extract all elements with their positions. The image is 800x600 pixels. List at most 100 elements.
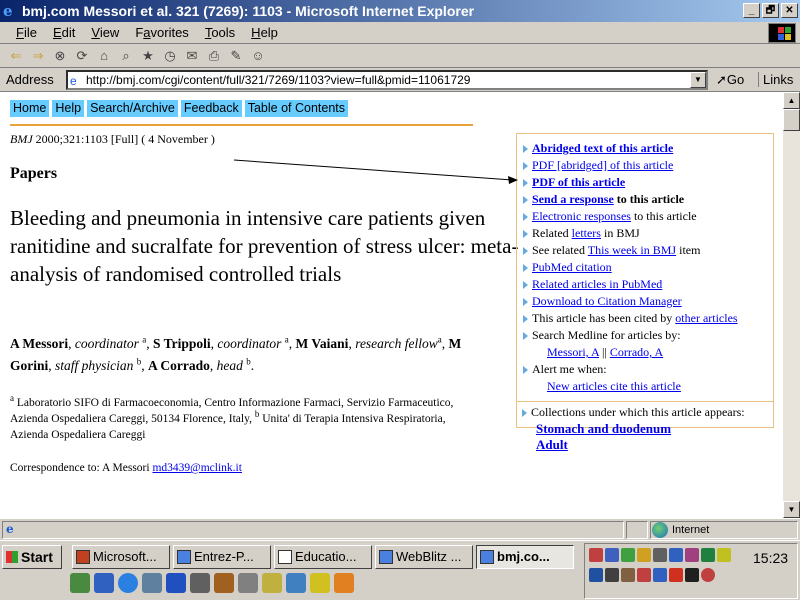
nav-help[interactable]: Help — [52, 100, 85, 117]
search-icon[interactable]: ⌕ — [118, 48, 134, 64]
start-button[interactable]: Start — [2, 545, 62, 569]
home-icon[interactable]: ⌂ — [96, 48, 112, 64]
go-label: Go — [726, 72, 745, 87]
refresh-icon[interactable]: ⟳ — [74, 48, 90, 64]
arrow-bullet-icon — [523, 281, 528, 289]
arrow-bullet-icon — [523, 196, 528, 204]
quick-launch-icon[interactable] — [70, 573, 90, 593]
menu-help[interactable]: Help — [243, 25, 286, 40]
electronic-responses-link[interactable]: Electronic responses — [532, 209, 631, 223]
quick-launch-icon[interactable] — [190, 573, 210, 593]
related-pubmed-link[interactable]: Related articles in PubMed — [532, 277, 662, 291]
tray-icon[interactable] — [637, 568, 651, 582]
abridged-text-link[interactable]: Abridged text of this article — [532, 141, 673, 155]
links-button[interactable]: Links — [758, 72, 793, 87]
nav-search-archive[interactable]: Search/Archive — [87, 100, 178, 117]
quick-launch-icon[interactable] — [286, 573, 306, 593]
tray-icon[interactable] — [653, 548, 667, 562]
pdf-link[interactable]: PDF of this article — [532, 175, 625, 189]
taskbar-button-label: Microsoft... — [93, 549, 157, 564]
minimize-button[interactable]: _ — [743, 3, 760, 18]
scroll-up-icon[interactable]: ▲ — [783, 92, 800, 109]
quick-launch-icon[interactable] — [142, 573, 162, 593]
related-letters-link[interactable]: letters — [572, 226, 601, 240]
scroll-thumb[interactable] — [783, 109, 800, 131]
taskbar-button[interactable]: Entrez-P... — [173, 545, 271, 569]
new-citations-alert-link[interactable]: New articles cite this article — [547, 379, 681, 393]
close-button[interactable]: ✕ — [781, 3, 798, 18]
quick-launch-icon[interactable] — [238, 573, 258, 593]
menu-file[interactable]: File — [8, 25, 45, 40]
tray-icon[interactable] — [605, 548, 619, 562]
scroll-down-icon[interactable]: ▼ — [783, 501, 800, 518]
address-input[interactable]: e http://bmj.com/cgi/content/full/321/72… — [66, 70, 708, 90]
menu-edit[interactable]: Edit — [45, 25, 83, 40]
author-affiliation-mark: b — [136, 356, 142, 367]
tray-icon[interactable] — [589, 568, 603, 582]
citation-manager-link[interactable]: Download to Citation Manager — [532, 294, 682, 308]
ie-quick-launch-icon[interactable] — [118, 573, 138, 593]
quick-launch-icon[interactable] — [214, 573, 234, 593]
stop-icon[interactable]: ⊗ — [52, 48, 68, 64]
address-dropdown-icon[interactable]: ▼ — [690, 72, 706, 88]
menu-favorites[interactable]: Favorites — [127, 25, 196, 40]
globe-icon — [652, 522, 668, 538]
author-link-messori[interactable]: Messori, A — [547, 345, 599, 359]
history-icon[interactable]: ◷ — [162, 48, 178, 64]
arrow-bullet-icon — [523, 264, 528, 272]
collection-adult-link[interactable]: Adult — [536, 437, 568, 452]
menu-view[interactable]: View — [83, 25, 127, 40]
send-response-link[interactable]: Send a response — [532, 192, 614, 206]
pdf-abridged-link[interactable]: PDF [abridged] of this article — [532, 158, 673, 172]
quick-launch-icon[interactable] — [262, 573, 282, 593]
taskbar-button[interactable]: Educatio... — [274, 545, 372, 569]
other-articles-link[interactable]: other articles — [675, 311, 737, 325]
print-icon[interactable]: ⎙ — [206, 48, 222, 64]
tray-icon[interactable] — [669, 548, 683, 562]
taskbar-button-label: Educatio... — [295, 549, 357, 564]
back-icon[interactable]: ⇐ — [8, 48, 24, 64]
restore-button[interactable]: 🗗 — [762, 3, 779, 18]
language-icon[interactable] — [605, 568, 619, 582]
collection-item: Adult — [522, 437, 772, 453]
ie-icon — [480, 550, 494, 564]
vertical-scrollbar[interactable]: ▲ ▼ — [783, 92, 800, 518]
quick-launch-icon[interactable] — [310, 573, 330, 593]
list-item: Electronic responses to this article — [523, 208, 771, 225]
quick-launch-icon[interactable] — [334, 573, 354, 593]
favorites-icon[interactable]: ★ — [140, 48, 156, 64]
tray-icon[interactable] — [717, 548, 731, 562]
tray-icon[interactable] — [669, 568, 683, 582]
tray-icon[interactable] — [621, 568, 635, 582]
clock[interactable]: 15:23 — [753, 550, 788, 566]
tray-icon[interactable] — [637, 548, 651, 562]
taskbar-button[interactable]: WebBlitz ... — [375, 545, 473, 569]
nav-feedback[interactable]: Feedback — [180, 100, 242, 117]
quick-launch-icon[interactable] — [166, 573, 186, 593]
article-tools-box: Abridged text of this article PDF [abrid… — [516, 133, 774, 428]
tray-icon[interactable] — [653, 568, 667, 582]
this-week-link[interactable]: This week in BMJ — [588, 243, 676, 257]
author-link-corrado[interactable]: Corrado, A — [610, 345, 663, 359]
correspondence-email-link[interactable]: md3439@mclink.it — [152, 462, 242, 474]
tray-icon[interactable] — [685, 548, 699, 562]
tray-icon[interactable] — [621, 548, 635, 562]
arrow-bullet-icon — [523, 298, 528, 306]
tray-icon[interactable] — [589, 548, 603, 562]
taskbar-button-active[interactable]: bmj.co... — [476, 545, 574, 569]
nav-table-of-contents[interactable]: Table of Contents — [244, 100, 349, 117]
menu-tools[interactable]: Tools — [197, 25, 243, 40]
tray-icon[interactable] — [701, 568, 715, 582]
forward-icon[interactable]: ⇒ — [30, 48, 46, 64]
collection-stomach-link[interactable]: Stomach and duodenum — [536, 421, 671, 436]
mail-icon[interactable]: ✉ — [184, 48, 200, 64]
messenger-icon[interactable]: ☺ — [250, 48, 266, 64]
nav-home[interactable]: Home — [10, 100, 50, 117]
show-desktop-icon[interactable] — [94, 573, 114, 593]
taskbar-button[interactable]: Microsoft... — [72, 545, 170, 569]
pubmed-citation-link[interactable]: PubMed citation — [532, 260, 612, 274]
tray-icon[interactable] — [685, 568, 699, 582]
edit-icon[interactable]: ✎ — [228, 48, 244, 64]
go-button[interactable]: ➚Go — [716, 72, 744, 88]
tray-icon[interactable] — [701, 548, 715, 562]
